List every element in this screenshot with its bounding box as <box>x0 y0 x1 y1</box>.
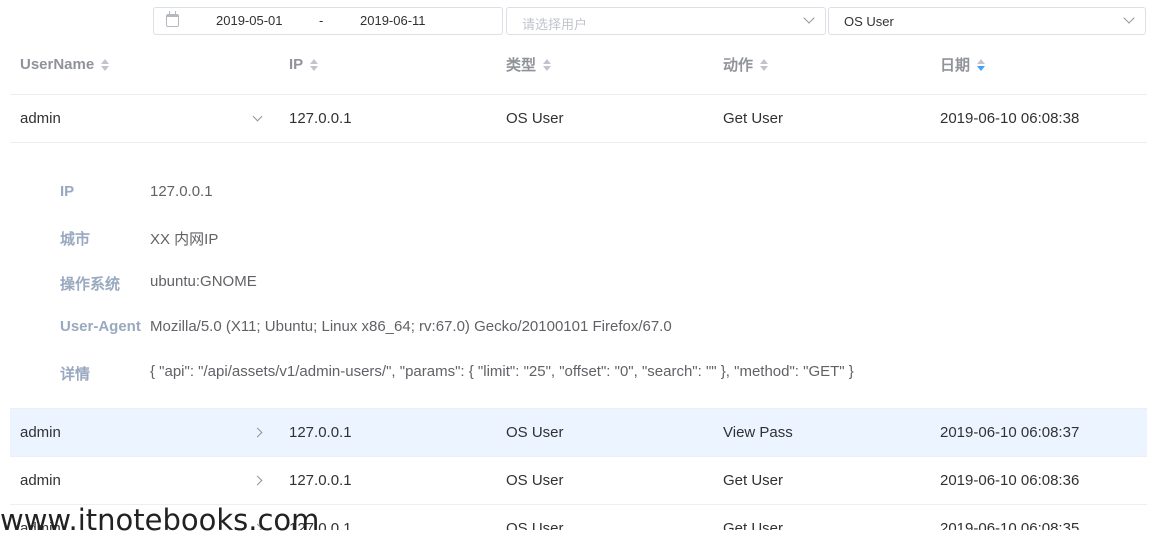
expand-toggle[interactable] <box>250 457 264 504</box>
column-header-action[interactable]: 动作 <box>723 35 769 94</box>
table-row[interactable]: admin 127.0.0.1 OS User View Pass 2019-0… <box>10 409 1147 457</box>
date-start[interactable]: 2019-05-01 <box>216 13 283 28</box>
detail-key: 详情 <box>60 366 91 383</box>
detail-key: User-Agent <box>60 318 141 335</box>
cell-username: admin <box>20 472 61 489</box>
column-header-username[interactable]: UserName <box>20 35 110 94</box>
date-separator: - <box>319 13 324 28</box>
watermark: www.itnotebooks.com <box>0 503 320 533</box>
chevron-down-icon <box>803 12 815 24</box>
detail-key: 城市 <box>60 231 91 248</box>
sort-icon[interactable] <box>309 58 319 72</box>
type-select-value: OS User <box>844 14 894 29</box>
cell-action: View Pass <box>723 424 793 441</box>
detail-value: { "api": "/api/assets/v1/admin-users/", … <box>150 363 854 380</box>
cell-type: OS User <box>506 520 564 533</box>
chevron-down-icon <box>252 111 262 122</box>
sort-icon[interactable] <box>542 58 552 72</box>
cell-date: 2019-06-10 06:08:35 <box>940 520 1080 533</box>
row-detail-panel: IP 127.0.0.1 城市 XX 内网IP 操作系统 ubuntu:GNOME U… <box>10 143 1147 409</box>
chevron-right-icon <box>252 427 262 438</box>
expand-toggle[interactable] <box>250 95 264 142</box>
detail-os: 操作系统 ubuntu:GNOME <box>60 273 257 294</box>
detail-value: 127.0.0.1 <box>150 183 213 200</box>
cell-username: admin <box>20 424 61 441</box>
chevron-down-icon <box>1123 12 1135 24</box>
chevron-right-icon <box>252 475 262 486</box>
cell-type: OS User <box>506 110 564 127</box>
cell-action: Get User <box>723 520 784 533</box>
detail-city: 城市 XX 内网IP <box>60 228 218 249</box>
user-select-placeholder: 请选择用户 <box>522 17 588 32</box>
table-row[interactable]: admin 127.0.0.1 OS User Get User 2019-06… <box>10 95 1147 143</box>
detail-value: ubuntu:GNOME <box>150 273 257 290</box>
detail-key: IP <box>60 183 75 200</box>
cell-date: 2019-06-10 06:08:38 <box>940 110 1080 127</box>
column-header-date[interactable]: 日期 <box>940 35 986 94</box>
log-table: UserName IP 类型 动作 日期 admin 127.0.0.1 OS … <box>10 35 1147 533</box>
cell-date: 2019-06-10 06:08:37 <box>940 424 1080 441</box>
table-header: UserName IP 类型 动作 日期 <box>10 35 1147 95</box>
column-header-type[interactable]: 类型 <box>506 35 552 94</box>
detail-value: Mozilla/5.0 (X11; Ubuntu; Linux x86_64; … <box>150 318 672 335</box>
calendar-icon <box>166 11 179 27</box>
cell-ip: 127.0.0.1 <box>289 110 352 127</box>
sort-icon[interactable] <box>759 58 769 72</box>
sort-desc-icon[interactable] <box>976 58 986 72</box>
user-select[interactable]: 请选择用户 <box>506 7 826 35</box>
column-header-ip[interactable]: IP <box>289 35 319 94</box>
cell-ip: 127.0.0.1 <box>289 472 352 489</box>
detail-key: 操作系统 <box>60 276 121 293</box>
cell-type: OS User <box>506 424 564 441</box>
detail-info: 详情 { "api": "/api/assets/v1/admin-users/"… <box>60 363 854 384</box>
date-end[interactable]: 2019-06-11 <box>360 13 426 28</box>
cell-type: OS User <box>506 472 564 489</box>
detail-user-agent: User-Agent Mozilla/5.0 (X11; Ubuntu; Linu… <box>60 318 672 335</box>
cell-action: Get User <box>723 110 784 127</box>
cell-date: 2019-06-10 06:08:36 <box>940 472 1080 489</box>
type-select[interactable]: OS User <box>828 7 1146 35</box>
cell-action: Get User <box>723 472 784 489</box>
table-row[interactable]: admin 127.0.0.1 OS User Get User 2019-06… <box>10 457 1147 505</box>
cell-ip: 127.0.0.1 <box>289 424 352 441</box>
detail-ip: IP 127.0.0.1 <box>60 183 213 200</box>
detail-value: XX 内网IP <box>150 231 219 248</box>
sort-icon[interactable] <box>100 58 110 72</box>
expand-toggle[interactable] <box>250 409 264 456</box>
cell-username: admin <box>20 110 61 127</box>
date-range-picker[interactable]: 2019-05-01 - 2019-06-11 <box>153 7 503 35</box>
